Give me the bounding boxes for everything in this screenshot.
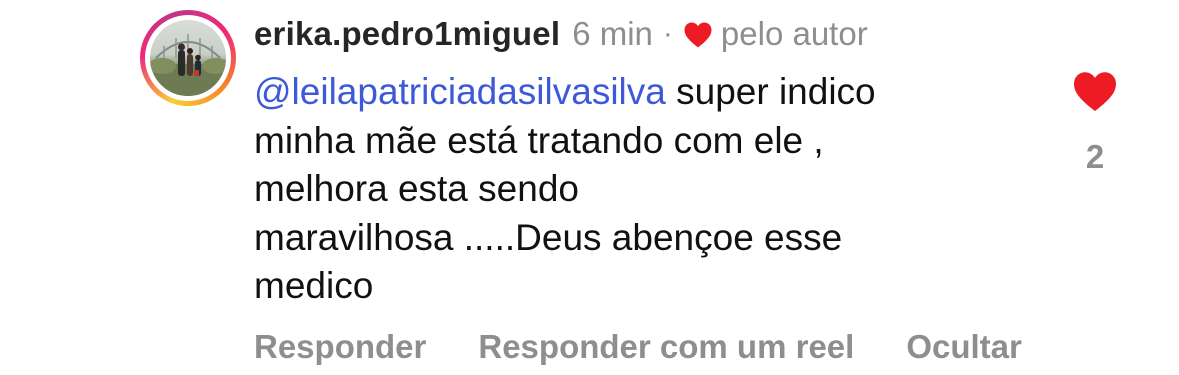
separator-dot: ·	[662, 17, 673, 50]
comment-text: @leilapatriciadasilvasilva super indico …	[254, 68, 1014, 311]
heart-icon	[1074, 72, 1116, 112]
comment-line: maravilhosa .....Deus abençoe esse	[254, 216, 843, 258]
avatar-story-ring[interactable]	[140, 10, 236, 106]
avatar[interactable]	[150, 20, 226, 96]
comment-line: medico	[254, 265, 374, 306]
comment: erika.pedro1miguel 6 min · pelo autor @l…	[0, 0, 1179, 375]
username-link[interactable]: erika.pedro1miguel	[254, 15, 560, 53]
heart-icon	[683, 21, 713, 48]
comment-line: melhora esta sendo	[254, 168, 579, 209]
comment-text-segment: super indico	[665, 71, 876, 112]
comment-line: minha mãe está tratando com ele ,	[254, 119, 824, 161]
mention-link[interactable]: @leilapatriciadasilvasilva	[254, 71, 666, 112]
comment-actions: Responder Responder com um reel Ocultar	[254, 325, 1022, 369]
like-button[interactable]	[1072, 70, 1118, 112]
hide-button[interactable]: Ocultar	[906, 328, 1022, 366]
comment-timestamp: 6 min	[572, 15, 653, 52]
reply-with-reel-button[interactable]: Responder com um reel	[478, 328, 854, 366]
liked-by-author-label: pelo autor	[720, 15, 868, 52]
comment-line: @leilapatriciadasilvasilva super indico	[254, 68, 1014, 117]
comment-header: erika.pedro1miguel 6 min · pelo autor	[254, 12, 868, 56]
like-count: 2	[1085, 138, 1105, 175]
reply-button[interactable]: Responder	[254, 328, 426, 366]
